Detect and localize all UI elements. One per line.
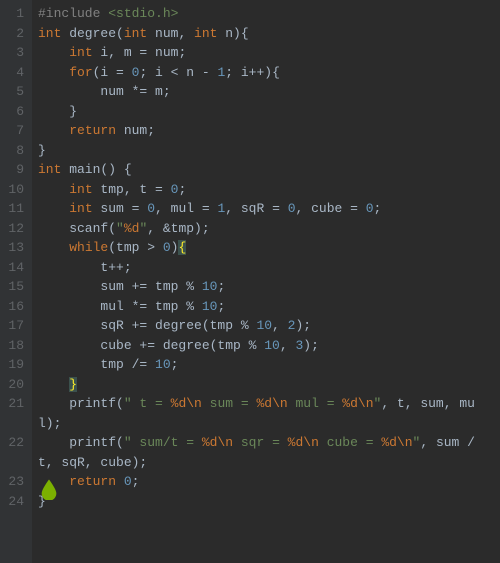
code-line: int degree(int num, int n){: [38, 24, 494, 44]
line-number: 19: [4, 355, 24, 375]
drop-icon: [40, 478, 58, 500]
code-line: mul *= tmp % 10;: [38, 297, 494, 317]
line-number: 16: [4, 297, 24, 317]
code-line: printf(" t = %d\n sum = %d\n mul = %d\n"…: [38, 394, 494, 433]
code-line: for(i = 0; i < n - 1; i++){: [38, 63, 494, 83]
code-area[interactable]: #include <stdio.h> int degree(int num, i…: [32, 0, 500, 563]
code-line: return 0;: [38, 472, 494, 492]
code-line: int main() {: [38, 160, 494, 180]
line-number: 12: [4, 219, 24, 239]
line-number: 20: [4, 375, 24, 395]
code-line: tmp /= 10;: [38, 355, 494, 375]
line-number: 7: [4, 121, 24, 141]
code-line: int sum = 0, mul = 1, sqR = 0, cube = 0;: [38, 199, 494, 219]
line-number: 9: [4, 160, 24, 180]
line-number: 13: [4, 238, 24, 258]
code-line: num *= m;: [38, 82, 494, 102]
code-line: t++;: [38, 258, 494, 278]
line-number: 5: [4, 82, 24, 102]
line-number: 14: [4, 258, 24, 278]
code-line: }: [38, 102, 494, 122]
line-number: 21: [4, 394, 24, 433]
line-number: 1: [4, 4, 24, 24]
matched-brace-open: {: [178, 240, 186, 255]
code-line: int i, m = num;: [38, 43, 494, 63]
code-line: cube += degree(tmp % 10, 3);: [38, 336, 494, 356]
line-number-gutter: 1 2 3 4 5 6 7 8 9 10 11 12 13 14 15 16 1…: [0, 0, 32, 563]
matched-brace-close: }: [69, 377, 77, 392]
code-line: }: [38, 492, 494, 512]
line-number: 24: [4, 492, 24, 512]
code-line: printf(" sum/t = %d\n sqr = %d\n cube = …: [38, 433, 494, 472]
line-number: 23: [4, 472, 24, 492]
line-number: 11: [4, 199, 24, 219]
code-line: }: [38, 375, 494, 395]
code-line: }: [38, 141, 494, 161]
line-number: 15: [4, 277, 24, 297]
code-line: int tmp, t = 0;: [38, 180, 494, 200]
line-number: 8: [4, 141, 24, 161]
code-editor: 1 2 3 4 5 6 7 8 9 10 11 12 13 14 15 16 1…: [0, 0, 500, 563]
line-number: 17: [4, 316, 24, 336]
line-number: 22: [4, 433, 24, 472]
line-number: 6: [4, 102, 24, 122]
line-number: 4: [4, 63, 24, 83]
line-number: 3: [4, 43, 24, 63]
line-number: 2: [4, 24, 24, 44]
code-line: return num;: [38, 121, 494, 141]
code-line: #include <stdio.h>: [38, 4, 494, 24]
line-number: 10: [4, 180, 24, 200]
line-number: 18: [4, 336, 24, 356]
code-line: while(tmp > 0){: [38, 238, 494, 258]
code-line: sqR += degree(tmp % 10, 2);: [38, 316, 494, 336]
code-line: scanf("%d", &tmp);: [38, 219, 494, 239]
code-line: sum += tmp % 10;: [38, 277, 494, 297]
